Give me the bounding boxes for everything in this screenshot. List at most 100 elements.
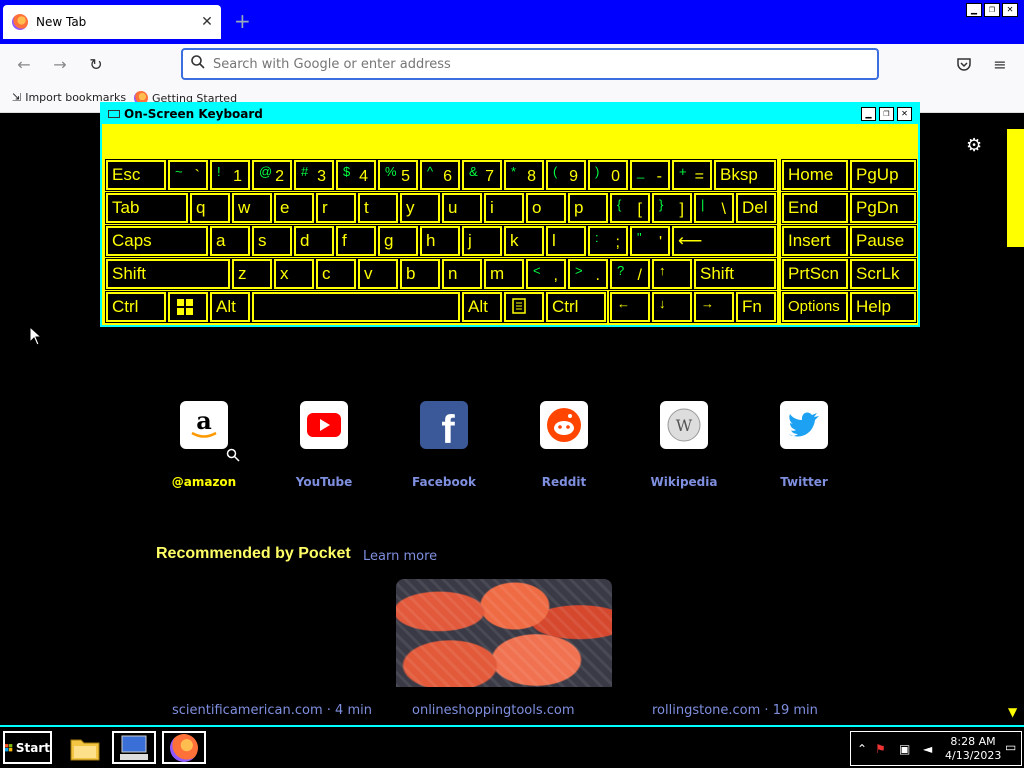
shortcut-twitter[interactable]: Twitter (744, 401, 864, 489)
start-button[interactable]: Start (3, 731, 52, 764)
key-shift-left[interactable]: Shift (105, 258, 231, 290)
tab-close-icon[interactable]: ✕ (197, 14, 217, 30)
key-pgdn[interactable]: PgDn (849, 192, 917, 224)
key-end[interactable]: End (781, 192, 849, 224)
osk-maximize-button[interactable]: ❐ (879, 107, 894, 121)
key-help[interactable]: Help (849, 291, 917, 323)
key-8[interactable]: * 8 (503, 159, 545, 191)
story-source[interactable]: rollingstone.com · 19 min (652, 703, 818, 718)
key-3[interactable]: #3 (293, 159, 335, 191)
taskbar-firefox[interactable] (162, 731, 206, 764)
key-t[interactable]: t (357, 192, 399, 224)
story-source[interactable]: onlineshoppingtools.com (412, 703, 575, 718)
key-i[interactable]: i (483, 192, 525, 224)
key-equals[interactable]: + = (671, 159, 713, 191)
minimize-button[interactable]: ▁ (966, 3, 982, 17)
back-icon[interactable]: ← (15, 56, 33, 74)
key-right[interactable]: → (693, 291, 735, 323)
key-y[interactable]: y (399, 192, 441, 224)
gear-icon[interactable]: ⚙ (966, 135, 982, 156)
key-backspace[interactable]: Bksp (713, 159, 777, 191)
key-space[interactable] (251, 291, 461, 323)
key-1[interactable]: ! 1 (209, 159, 251, 191)
taskbar-osk[interactable] (112, 731, 156, 764)
osk-minimize-button[interactable]: ▁ (861, 107, 876, 121)
search-icon[interactable] (226, 448, 240, 466)
key-semicolon[interactable]: :; (587, 225, 629, 257)
key-windows[interactable] (167, 291, 209, 323)
scrollbar-thumb[interactable] (1007, 129, 1024, 247)
url-bar[interactable] (181, 48, 879, 80)
key-l[interactable]: l (545, 225, 587, 257)
new-tab-button[interactable]: + (234, 10, 251, 32)
key-menu[interactable] (503, 291, 545, 323)
show-desktop-icon[interactable]: ▭ (1005, 740, 1016, 754)
key-w[interactable]: w (231, 192, 273, 224)
key-down[interactable]: ↓ (651, 291, 693, 323)
key-p[interactable]: p (567, 192, 609, 224)
menu-icon[interactable]: ≡ (991, 56, 1009, 74)
shortcut-facebook[interactable]: f Facebook (384, 401, 504, 489)
key-grave[interactable]: ~ ` (167, 159, 209, 191)
maximize-button[interactable]: ❐ (984, 3, 1000, 17)
scroll-down-icon[interactable]: ▼ (1008, 705, 1017, 719)
key-lbracket[interactable]: {[ (609, 192, 651, 224)
key-r[interactable]: r (315, 192, 357, 224)
key-h[interactable]: h (419, 225, 461, 257)
key-alt-right[interactable]: Alt (461, 291, 503, 323)
shortcut-wikipedia[interactable]: W Wikipedia (624, 401, 744, 489)
key-shift-right[interactable]: Shift (693, 258, 777, 290)
key-2[interactable]: @2 (251, 159, 293, 191)
osk-close-button[interactable]: ✕ (897, 107, 912, 121)
key-k[interactable]: k (503, 225, 545, 257)
tab-new-tab[interactable]: New Tab ✕ (3, 5, 221, 39)
key-ctrl-left[interactable]: Ctrl (105, 291, 167, 323)
key-m[interactable]: m (483, 258, 525, 290)
key-pause[interactable]: Pause (849, 225, 917, 257)
key-home[interactable]: Home (781, 159, 849, 191)
key-quote[interactable]: " ' (629, 225, 671, 257)
key-7[interactable]: & 7 (461, 159, 503, 191)
key-n[interactable]: n (441, 258, 483, 290)
key-up[interactable]: ↑ (651, 258, 693, 290)
key-v[interactable]: v (357, 258, 399, 290)
key-4[interactable]: $4 (335, 159, 377, 191)
key-comma[interactable]: <, (525, 258, 567, 290)
key-prtscn[interactable]: PrtScn (781, 258, 849, 290)
key-rbracket[interactable]: }] (651, 192, 693, 224)
forward-icon[interactable]: → (51, 56, 69, 74)
chevron-up-icon[interactable]: ⌃ (857, 742, 867, 756)
url-input[interactable] (213, 56, 813, 72)
key-a[interactable]: a (209, 225, 251, 257)
key-e[interactable]: e (273, 192, 315, 224)
close-button[interactable]: ✕ (1002, 3, 1018, 17)
osk-title-bar[interactable]: On-Screen Keyboard ▁ ❐ ✕ (102, 104, 918, 124)
shortcut-youtube[interactable]: YouTube (264, 401, 384, 489)
key-fn[interactable]: Fn (735, 291, 777, 323)
key-options[interactable]: Options (781, 291, 849, 323)
key-b[interactable]: b (399, 258, 441, 290)
key-caps[interactable]: Caps (105, 225, 209, 257)
key-6[interactable]: ^ 6 (419, 159, 461, 191)
key-u[interactable]: u (441, 192, 483, 224)
key-esc[interactable]: Esc (105, 159, 167, 191)
key-c[interactable]: c (315, 258, 357, 290)
key-j[interactable]: j (461, 225, 503, 257)
pocket-story-image[interactable] (396, 579, 612, 687)
volume-muted-icon[interactable]: ◄ (923, 742, 932, 756)
key-minus[interactable]: _ - (629, 159, 671, 191)
key-f[interactable]: f (335, 225, 377, 257)
shortcut-reddit[interactable]: Reddit (504, 401, 624, 489)
taskbar-file-explorer[interactable] (63, 731, 107, 764)
key-0[interactable]: ) 0 (587, 159, 629, 191)
key-alt-left[interactable]: Alt (209, 291, 251, 323)
key-period[interactable]: >. (567, 258, 609, 290)
key-9[interactable]: (9 (545, 159, 587, 191)
key-del[interactable]: Del (735, 192, 777, 224)
learn-more-link[interactable]: Learn more (363, 549, 437, 564)
key-5[interactable]: % 5 (377, 159, 419, 191)
key-q[interactable]: q (189, 192, 231, 224)
key-x[interactable]: x (273, 258, 315, 290)
shortcut-amazon[interactable]: a @amazon (144, 401, 264, 489)
key-scrlk[interactable]: ScrLk (849, 258, 917, 290)
